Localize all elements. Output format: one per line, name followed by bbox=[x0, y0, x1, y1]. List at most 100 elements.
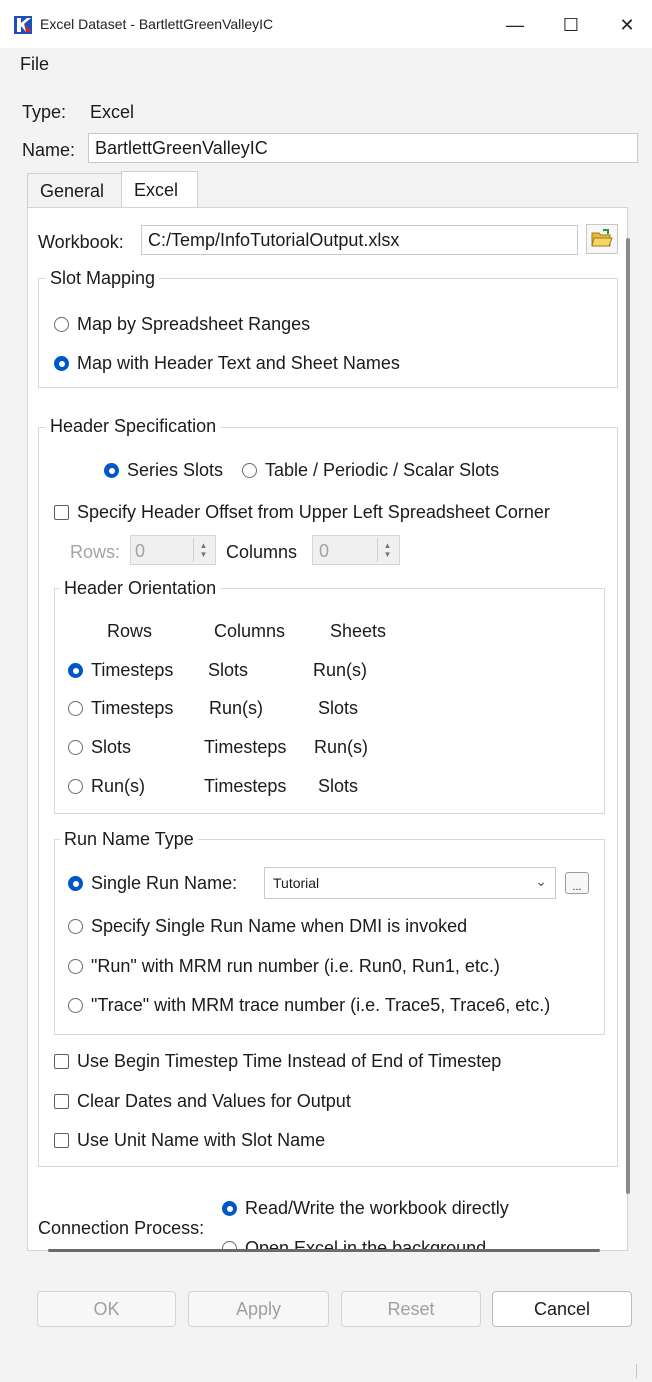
begin-timestep-checkbox[interactable] bbox=[54, 1054, 69, 1069]
map-header-text-option[interactable]: Map with Header Text and Sheet Names bbox=[54, 353, 400, 374]
ok-button[interactable]: OK bbox=[37, 1291, 176, 1327]
orientation-col-rows: Rows bbox=[107, 621, 153, 641]
series-slots-option[interactable]: Series Slots bbox=[104, 460, 223, 481]
map-header-text-label: Map with Header Text and Sheet Names bbox=[77, 353, 400, 373]
series-slots-label: Series Slots bbox=[127, 460, 224, 480]
tab-excel[interactable]: Excel bbox=[121, 171, 198, 209]
orientation-radio-2[interactable] bbox=[68, 701, 83, 716]
browse-workbook-button[interactable] bbox=[586, 224, 618, 254]
mrm-run-number-label: "Run" with MRM run number (i.e. Run0, Ru… bbox=[91, 956, 500, 976]
resize-grip[interactable] bbox=[636, 1364, 637, 1378]
menu-bar bbox=[0, 48, 652, 80]
mrm-trace-number-label: "Trace" with MRM trace number (i.e. Trac… bbox=[91, 995, 551, 1015]
type-value: Excel bbox=[90, 102, 135, 122]
orientation-4-rows: Run(s) bbox=[91, 776, 146, 796]
orientation-1-rows: Timesteps bbox=[91, 660, 174, 680]
header-orientation-title: Header Orientation bbox=[60, 578, 221, 599]
columns-value: 0 bbox=[319, 541, 330, 561]
read-write-directly-option[interactable]: Read/Write the workbook directly bbox=[222, 1198, 509, 1219]
read-write-directly-radio[interactable] bbox=[222, 1201, 237, 1216]
specify-run-name-radio[interactable] bbox=[68, 919, 83, 934]
cancel-button[interactable]: Cancel bbox=[492, 1291, 632, 1327]
unit-name-label: Use Unit Name with Slot Name bbox=[77, 1130, 326, 1150]
orientation-2-sheets: Slots bbox=[318, 698, 359, 718]
orientation-col-columns: Columns bbox=[214, 621, 286, 641]
orientation-option-1[interactable]: Timesteps bbox=[68, 660, 173, 681]
run-name-ellipsis-button[interactable]: ... bbox=[565, 872, 589, 894]
series-slots-radio[interactable] bbox=[104, 463, 119, 478]
table-slots-option[interactable]: Table / Periodic / Scalar Slots bbox=[242, 460, 499, 481]
read-write-directly-label: Read/Write the workbook directly bbox=[245, 1198, 509, 1218]
orientation-1-sheets: Run(s) bbox=[313, 660, 368, 680]
orientation-3-sheets: Run(s) bbox=[314, 737, 369, 757]
single-run-name-label: Single Run Name: bbox=[91, 873, 238, 893]
single-run-name-radio[interactable] bbox=[68, 876, 83, 891]
table-slots-label: Table / Periodic / Scalar Slots bbox=[265, 460, 500, 480]
horizontal-scrollbar[interactable] bbox=[48, 1249, 600, 1252]
orientation-radio-1[interactable] bbox=[68, 663, 83, 678]
header-spec-title: Header Specification bbox=[46, 416, 221, 437]
workbook-input[interactable]: C:/Temp/InfoTutorialOutput.xlsx bbox=[141, 225, 578, 255]
orientation-radio-4[interactable] bbox=[68, 779, 83, 794]
chevron-down-icon: ⌄ bbox=[535, 873, 547, 889]
run-name-combobox[interactable]: Tutorial ⌄ bbox=[264, 867, 556, 899]
minimize-button[interactable]: — bbox=[500, 12, 530, 38]
mrm-run-number-radio[interactable] bbox=[68, 959, 83, 974]
menu-file[interactable]: File bbox=[20, 54, 49, 75]
orientation-2-rows: Timesteps bbox=[91, 698, 174, 718]
run-name-type-title: Run Name Type bbox=[60, 829, 198, 850]
name-input[interactable]: BartlettGreenValleyIC bbox=[88, 133, 638, 163]
slot-mapping-title: Slot Mapping bbox=[46, 268, 160, 289]
apply-button[interactable]: Apply bbox=[188, 1291, 329, 1327]
header-offset-option[interactable]: Specify Header Offset from Upper Left Sp… bbox=[54, 502, 550, 523]
begin-timestep-label: Use Begin Timestep Time Instead of End o… bbox=[77, 1051, 502, 1071]
columns-spinbox[interactable]: 0 ▲ ▼ bbox=[312, 535, 400, 565]
orientation-option-3[interactable]: Slots bbox=[68, 737, 131, 758]
single-run-name-option[interactable]: Single Run Name: bbox=[68, 873, 237, 894]
clear-dates-option[interactable]: Clear Dates and Values for Output bbox=[54, 1091, 351, 1112]
vertical-scrollbar[interactable] bbox=[626, 238, 630, 1194]
reset-button[interactable]: Reset bbox=[341, 1291, 481, 1327]
window-title: Excel Dataset - BartlettGreenValleyIC bbox=[40, 16, 274, 32]
run-name-value: Tutorial bbox=[273, 875, 320, 891]
orientation-4-columns: Timesteps bbox=[204, 776, 287, 796]
map-by-ranges-label: Map by Spreadsheet Ranges bbox=[77, 314, 311, 334]
specify-run-name-option[interactable]: Specify Single Run Name when DMI is invo… bbox=[68, 916, 467, 937]
folder-open-icon bbox=[591, 229, 613, 247]
unit-name-checkbox[interactable] bbox=[54, 1133, 69, 1148]
columns-spin-arrows[interactable]: ▲ ▼ bbox=[377, 538, 397, 562]
mrm-run-number-option[interactable]: "Run" with MRM run number (i.e. Run0, Ru… bbox=[68, 956, 500, 977]
orientation-4-sheets: Slots bbox=[318, 776, 359, 796]
orientation-option-4[interactable]: Run(s) bbox=[68, 776, 145, 797]
rows-spinbox[interactable]: 0 ▲ ▼ bbox=[130, 535, 216, 565]
unit-name-option[interactable]: Use Unit Name with Slot Name bbox=[54, 1130, 325, 1151]
rows-spin-arrows[interactable]: ▲ ▼ bbox=[193, 538, 213, 562]
tab-general[interactable]: General bbox=[27, 173, 121, 208]
orientation-col-sheets: Sheets bbox=[330, 621, 387, 641]
close-button[interactable]: ✕ bbox=[612, 12, 642, 38]
columns-label: Columns bbox=[226, 542, 298, 562]
rows-label: Rows: bbox=[70, 542, 121, 562]
orientation-option-2[interactable]: Timesteps bbox=[68, 698, 173, 719]
clear-dates-label: Clear Dates and Values for Output bbox=[77, 1091, 351, 1111]
clear-dates-checkbox[interactable] bbox=[54, 1094, 69, 1109]
rows-value: 0 bbox=[135, 541, 146, 561]
connection-clip: Open Excel in the background bbox=[28, 1236, 626, 1250]
table-slots-radio[interactable] bbox=[242, 463, 257, 478]
workbook-label: Workbook: bbox=[38, 232, 124, 252]
map-header-text-radio[interactable] bbox=[54, 356, 69, 371]
map-by-ranges-option[interactable]: Map by Spreadsheet Ranges bbox=[54, 314, 310, 335]
riverware-app-icon bbox=[14, 16, 32, 34]
name-label: Name: bbox=[22, 140, 76, 160]
map-by-ranges-radio[interactable] bbox=[54, 317, 69, 332]
type-label: Type: bbox=[22, 102, 67, 122]
orientation-3-columns: Timesteps bbox=[204, 737, 287, 757]
orientation-radio-3[interactable] bbox=[68, 740, 83, 755]
header-offset-checkbox[interactable] bbox=[54, 505, 69, 520]
orientation-3-rows: Slots bbox=[91, 737, 132, 757]
begin-timestep-option[interactable]: Use Begin Timestep Time Instead of End o… bbox=[54, 1051, 501, 1072]
header-offset-label: Specify Header Offset from Upper Left Sp… bbox=[77, 502, 550, 522]
mrm-trace-number-radio[interactable] bbox=[68, 998, 83, 1013]
mrm-trace-number-option[interactable]: "Trace" with MRM trace number (i.e. Trac… bbox=[68, 995, 550, 1016]
maximize-button[interactable]: ☐ bbox=[556, 12, 586, 38]
